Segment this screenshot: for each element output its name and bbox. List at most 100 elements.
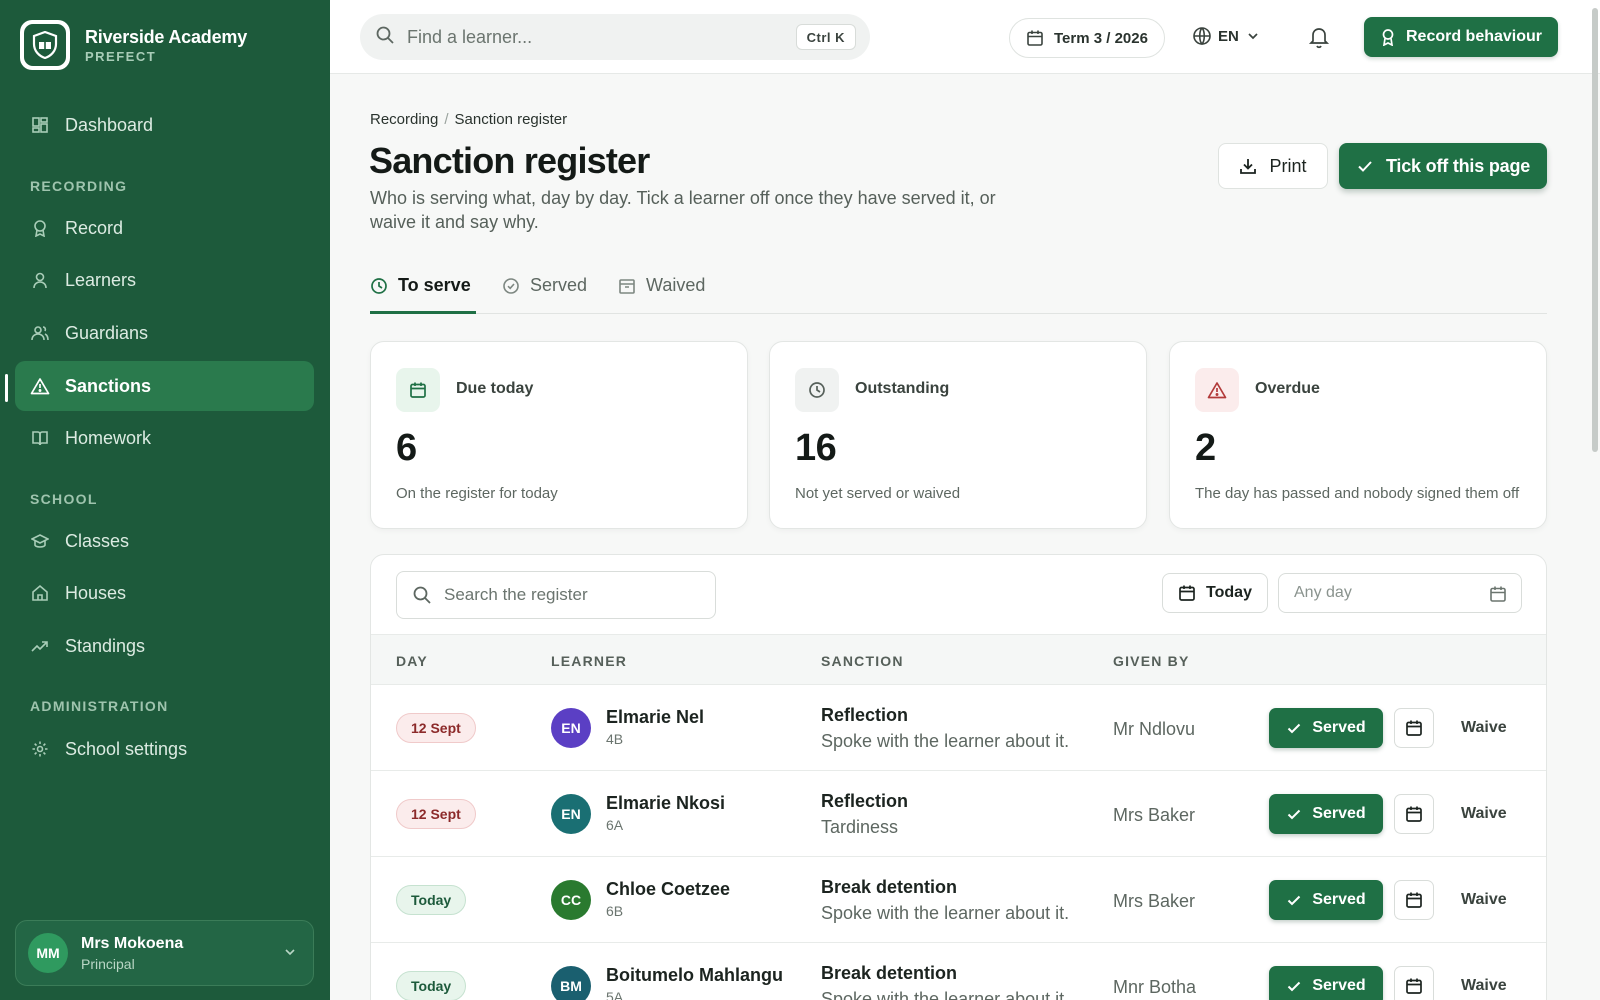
tick-off-page-button[interactable]: Tick off this page bbox=[1339, 143, 1547, 189]
avatar: MM bbox=[28, 933, 68, 973]
download-icon bbox=[1240, 159, 1257, 174]
nav-item-sanctions[interactable]: Sanctions bbox=[15, 361, 314, 411]
check-icon bbox=[1288, 895, 1301, 906]
stat-value: 6 bbox=[396, 427, 417, 469]
learner-search-input[interactable]: Find a learner... Ctrl K bbox=[360, 14, 870, 60]
waive-button[interactable]: Waive bbox=[1461, 891, 1507, 909]
tab-waived[interactable]: Waived bbox=[618, 272, 705, 314]
print-button[interactable]: Print bbox=[1218, 143, 1328, 189]
tick-off-label: Tick off this page bbox=[1385, 155, 1531, 176]
served-button[interactable]: Served bbox=[1269, 966, 1383, 1000]
topbar: Find a learner... Ctrl K Term 3 / 2026 E… bbox=[330, 0, 1600, 452]
nav-label-record: Record bbox=[65, 217, 124, 238]
nav-item-houses[interactable]: Houses bbox=[15, 568, 314, 618]
nav-item-classes[interactable]: Classes bbox=[15, 516, 314, 566]
record-behaviour-button[interactable]: Record behaviour bbox=[1364, 17, 1558, 57]
warning-triangle-icon bbox=[1195, 368, 1239, 412]
calendar-icon bbox=[1490, 586, 1506, 602]
chevron-down-icon bbox=[1248, 33, 1258, 40]
served-label: Served bbox=[1312, 805, 1366, 822]
home-icon bbox=[30, 583, 50, 603]
nav-label-dashboard: Dashboard bbox=[65, 114, 154, 135]
check-icon bbox=[1288, 723, 1301, 734]
nav-item-record[interactable]: Record bbox=[15, 203, 314, 253]
waive-button[interactable]: Waive bbox=[1461, 977, 1507, 995]
active-indicator bbox=[5, 374, 8, 402]
search-icon bbox=[375, 25, 395, 50]
print-label: Print bbox=[1269, 155, 1307, 176]
nav-item-homework[interactable]: Homework bbox=[15, 413, 314, 463]
check-icon bbox=[1288, 809, 1301, 820]
register-search-input[interactable]: Search the register bbox=[396, 571, 716, 619]
today-filter-button[interactable]: Today bbox=[1162, 573, 1268, 613]
nav-label-classes: Classes bbox=[65, 530, 130, 551]
nav-item-school-settings[interactable]: School settings bbox=[15, 724, 314, 774]
column-header-learner[interactable]: LEARNER bbox=[551, 653, 627, 669]
reschedule-button[interactable] bbox=[1394, 708, 1434, 748]
date-filter-input[interactable]: Any day bbox=[1278, 573, 1522, 613]
clock-icon bbox=[371, 278, 387, 294]
stat-subtext: Not yet served or waived bbox=[795, 485, 961, 502]
learner-name[interactable]: Boitumelo Mahlangu bbox=[606, 965, 783, 986]
archive-icon bbox=[619, 279, 635, 294]
nav-item-dashboard[interactable]: Dashboard bbox=[15, 100, 314, 150]
reschedule-button[interactable] bbox=[1394, 880, 1434, 920]
given-by: Mrs Baker bbox=[1113, 805, 1196, 825]
served-button[interactable]: Served bbox=[1269, 708, 1383, 748]
check-circle-icon bbox=[503, 278, 519, 294]
nav-label-sanctions: Sanctions bbox=[65, 375, 152, 396]
reschedule-button[interactable] bbox=[1394, 794, 1434, 834]
learner-name[interactable]: Chloe Coetzee bbox=[606, 879, 730, 900]
scrollbar[interactable] bbox=[1592, 8, 1598, 452]
term-selector[interactable]: Term 3 / 2026 bbox=[1009, 18, 1165, 58]
nav-item-standings[interactable]: Standings bbox=[15, 621, 314, 671]
waive-button[interactable]: Waive bbox=[1461, 719, 1507, 737]
user-menu[interactable]: MM Mrs Mokoena Principal bbox=[15, 920, 314, 986]
award-icon bbox=[30, 218, 50, 238]
breadcrumb: Recording / Sanction register bbox=[370, 111, 568, 128]
sanction-name: Break detention bbox=[821, 963, 958, 983]
sanction-reason: Tardiness bbox=[821, 817, 899, 837]
learner-name[interactable]: Elmarie Nel bbox=[606, 707, 704, 728]
dashboard-icon bbox=[30, 115, 50, 135]
column-header-sanction[interactable]: SANCTION bbox=[821, 653, 904, 669]
served-button[interactable]: Served bbox=[1269, 880, 1383, 920]
served-button[interactable]: Served bbox=[1269, 794, 1383, 834]
award-icon bbox=[1382, 29, 1394, 46]
calendar-icon bbox=[1406, 978, 1422, 994]
tab-label-served: Served bbox=[530, 275, 588, 295]
sidebar: Riverside Academy PREFECT Dashboard RECO… bbox=[0, 0, 330, 1000]
nav-item-guardians[interactable]: Guardians bbox=[15, 308, 314, 358]
tab-to-serve[interactable]: To serve bbox=[370, 272, 476, 314]
bell-icon[interactable] bbox=[1307, 25, 1331, 54]
nav-label-houses: Houses bbox=[65, 582, 127, 603]
nav-label-guardians: Guardians bbox=[65, 322, 149, 343]
reschedule-button[interactable] bbox=[1394, 966, 1434, 1000]
calendar-icon bbox=[396, 368, 440, 412]
search-icon bbox=[413, 586, 431, 604]
date-placeholder: Any day bbox=[1294, 584, 1352, 601]
check-icon bbox=[1358, 161, 1372, 172]
stat-subtext: On the register for today bbox=[396, 485, 558, 502]
tab-served[interactable]: Served bbox=[502, 272, 587, 314]
page-description: Who is serving what, day by day. Tick a … bbox=[370, 188, 996, 232]
nav-section-recording: RECORDING bbox=[30, 178, 128, 194]
column-header-given-by[interactable]: GIVEN BY bbox=[1113, 653, 1190, 669]
learner-class: 4B bbox=[606, 731, 624, 747]
nav-item-learners[interactable]: Learners bbox=[15, 255, 314, 305]
globe-icon bbox=[1193, 27, 1211, 46]
learner-class: 5A bbox=[606, 989, 624, 1000]
language-selector[interactable]: EN bbox=[1192, 26, 1259, 46]
column-header-day[interactable]: DAY bbox=[396, 653, 428, 669]
gear-icon bbox=[30, 739, 50, 759]
calendar-icon bbox=[1406, 806, 1422, 822]
brand[interactable]: Riverside Academy PREFECT bbox=[20, 20, 247, 70]
table-row: 12 Sept EN Elmarie Nkosi 6A Reflection T… bbox=[371, 771, 1546, 857]
user-role: Principal bbox=[81, 955, 135, 972]
waive-button[interactable]: Waive bbox=[1461, 805, 1507, 823]
user-name: Mrs Mokoena bbox=[81, 934, 184, 952]
learner-name[interactable]: Elmarie Nkosi bbox=[606, 793, 725, 814]
served-label: Served bbox=[1312, 719, 1366, 736]
breadcrumb-parent[interactable]: Recording bbox=[370, 111, 438, 128]
breadcrumb-current: Sanction register bbox=[454, 111, 568, 128]
